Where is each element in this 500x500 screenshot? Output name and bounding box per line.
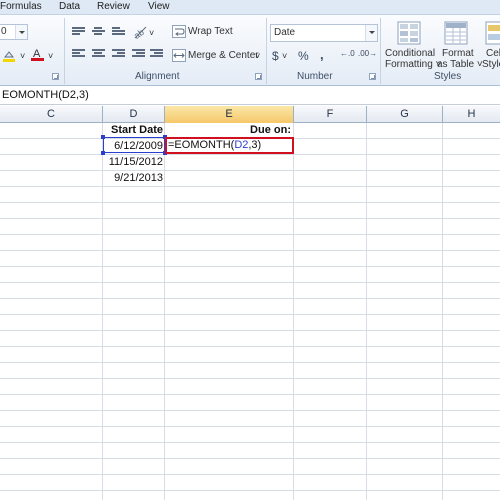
align-left-icon[interactable] [72, 49, 85, 60]
column-header-g[interactable]: G [367, 106, 443, 123]
chevron-down-icon[interactable]: ˅ [48, 51, 53, 61]
format-as-table-label-2[interactable]: as Table ˅ [437, 59, 483, 70]
align-bottom-icon[interactable] [112, 27, 125, 38]
tab-formulas[interactable]: Formulas [0, 0, 42, 14]
cell-edit-text[interactable]: =EOMONTH(D2,3) [168, 139, 261, 152]
number-dialog-launcher-icon[interactable] [369, 73, 376, 80]
group-separator [266, 18, 267, 84]
tab-view[interactable]: View [148, 0, 170, 14]
column-header-d[interactable]: D [103, 106, 165, 123]
wrap-text-button[interactable]: Wrap Text [188, 26, 233, 37]
formula-prefix: =EOMONTH( [168, 139, 235, 151]
conditional-formatting-icon[interactable] [397, 21, 421, 45]
formula-reference: D2 [234, 139, 249, 151]
chevron-down-icon [15, 25, 27, 39]
increase-indent-icon[interactable] [150, 49, 163, 60]
cell-e1-header[interactable]: Due on: [165, 123, 291, 138]
column-divider [366, 123, 367, 500]
decrease-decimal-button[interactable]: .00→ [358, 49, 377, 58]
conditional-formatting-label-2[interactable]: Formatting ˅ [385, 59, 441, 70]
tab-review[interactable]: Review [97, 0, 130, 14]
conditional-formatting-label[interactable]: Conditional [385, 48, 435, 59]
align-right-icon[interactable] [112, 49, 125, 60]
format-as-table-icon[interactable] [444, 21, 468, 45]
orientation-icon[interactable]: ab [132, 24, 148, 41]
wrap-text-icon[interactable] [172, 25, 186, 38]
formula-suffix: ,3) [248, 139, 262, 151]
format-as-table-label[interactable]: Format [442, 48, 474, 59]
formula-bar-text[interactable]: EOMONTH(D2,3) [2, 89, 89, 101]
cell-d4[interactable]: 9/21/2013 [103, 171, 163, 186]
font-dialog-launcher-icon[interactable] [52, 73, 59, 80]
cell-d1-header[interactable]: Start Date [103, 123, 163, 138]
alignment-dialog-launcher-icon[interactable] [255, 73, 262, 80]
styles-group-label: Styles [434, 71, 462, 82]
column-header-c[interactable]: C [0, 106, 103, 123]
column-header-e[interactable]: E [165, 106, 294, 123]
reference-handle[interactable] [101, 151, 105, 155]
font-color-icon[interactable]: A [30, 46, 46, 62]
merge-center-button[interactable]: Merge & Center [188, 50, 259, 61]
cell-styles-icon[interactable] [485, 21, 500, 45]
chevron-down-icon[interactable]: ˅ [20, 51, 25, 61]
align-top-icon[interactable] [72, 27, 85, 38]
number-format-dropdown[interactable]: Date [270, 24, 378, 42]
column-header-h[interactable]: H [443, 106, 500, 123]
group-separator [380, 18, 381, 84]
cell-styles-label-2[interactable]: Styles [482, 59, 500, 70]
merge-center-icon[interactable] [172, 49, 186, 62]
column-header-row: C D E F G H [0, 106, 500, 123]
fill-color-icon[interactable] [2, 48, 16, 62]
font-size-dropdown[interactable]: 0 [0, 24, 28, 40]
formula-bar[interactable]: EOMONTH(D2,3) [0, 87, 500, 105]
column-header-f[interactable]: F [294, 106, 367, 123]
cell-styles-label[interactable]: Cell [486, 48, 500, 59]
align-middle-icon[interactable] [92, 27, 105, 38]
tab-data[interactable]: Data [59, 0, 80, 14]
number-format-value: Date [274, 27, 296, 38]
number-group-label: Number [297, 71, 333, 82]
column-divider [293, 123, 294, 500]
formula-reference-highlight [103, 137, 165, 153]
chevron-down-icon[interactable]: ˅ [282, 51, 287, 61]
worksheet-grid[interactable]: C D E F G H Start Date Due on: 6/12/2009… [0, 106, 500, 500]
column-divider [164, 123, 165, 500]
increase-decimal-button[interactable]: ←.0 [340, 49, 355, 58]
decrease-indent-icon[interactable] [132, 49, 145, 60]
accounting-format-button[interactable]: $ [272, 49, 279, 63]
font-size-value: 0 [1, 26, 7, 37]
align-center-icon[interactable] [92, 49, 105, 60]
comma-style-button[interactable]: , [320, 47, 324, 62]
alignment-group-label: Alignment [135, 71, 180, 82]
percent-style-button[interactable]: % [298, 49, 309, 63]
chevron-down-icon[interactable]: ˅ [149, 28, 154, 38]
chevron-down-icon [365, 25, 377, 41]
chevron-down-icon[interactable]: ˅ [255, 51, 260, 61]
active-cell-editor[interactable]: =EOMONTH(D2,3) [165, 137, 294, 154]
cell-d3[interactable]: 11/15/2012 [103, 155, 163, 170]
column-divider [442, 123, 443, 500]
group-separator [64, 18, 65, 84]
ribbon: 0 ˅ A ˅ ab ˅ Wrap Text Merge & Center ˅ … [0, 14, 500, 86]
cell-area[interactable]: Start Date Due on: 6/12/2009 11/15/2012 … [0, 123, 500, 500]
reference-handle[interactable] [101, 135, 105, 139]
ribbon-tab-bar: Formulas Data Review View [0, 0, 500, 14]
